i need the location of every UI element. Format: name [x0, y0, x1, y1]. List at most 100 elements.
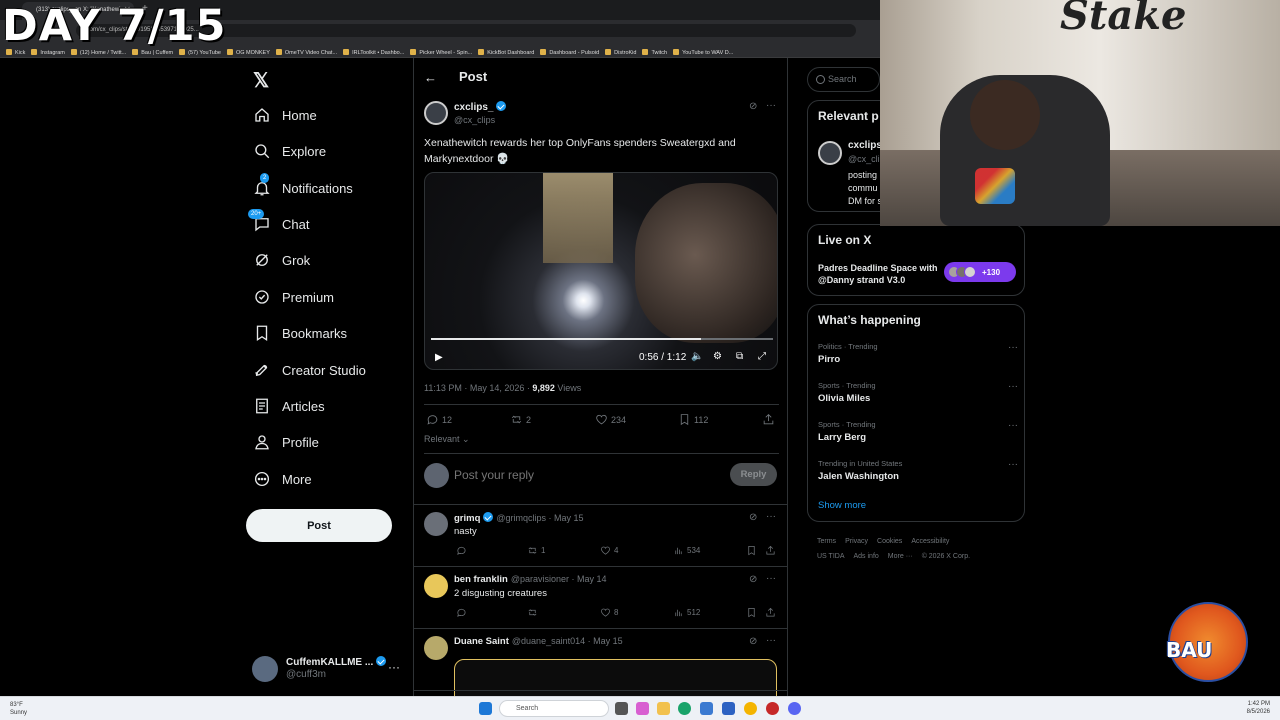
sidebar-item-articles[interactable]: Articles	[252, 392, 325, 420]
trend-item[interactable]: Politics · Trending Pirro ···	[818, 342, 1018, 365]
video-player[interactable]: ▶ 0:56 / 1:12 🔈 ⚙ ⧉ ⤢	[424, 172, 778, 370]
bookmark-button[interactable]	[746, 607, 760, 618]
author-name[interactable]: cxclips_	[454, 102, 493, 113]
reply-author-name[interactable]: ben franklin	[454, 574, 508, 585]
more-dots-icon[interactable]: ···	[1008, 342, 1018, 353]
footer-link[interactable]: Terms	[817, 538, 836, 545]
live-space-title[interactable]: Padres Deadline Space with @Danny strand…	[818, 262, 938, 286]
footer-link[interactable]: US TIDA	[817, 553, 845, 560]
discord-icon[interactable]	[788, 702, 801, 715]
bookmark-item[interactable]: OG MONKEY	[226, 49, 270, 56]
search-input[interactable]: Search	[807, 67, 880, 92]
share-button[interactable]	[765, 607, 779, 618]
file-explorer-icon[interactable]	[657, 702, 670, 715]
reply-item[interactable]: ben franklin @paravisioner · May 14 ⊘ ··· 2 …	[414, 567, 787, 629]
task-view-icon[interactable]	[615, 702, 628, 715]
trend-item[interactable]: Sports · Trending Larry Berg ···	[818, 420, 1018, 443]
reply-count-button[interactable]: 12	[426, 413, 452, 426]
sidebar-item-bookmarks[interactable]: Bookmarks	[252, 319, 347, 347]
more-dots-icon[interactable]: ···	[766, 573, 776, 584]
show-more-link[interactable]: Show more	[818, 500, 866, 511]
store-icon[interactable]	[700, 702, 713, 715]
volume-icon[interactable]: 🔈	[691, 351, 703, 362]
more-dots-icon[interactable]: ···	[766, 635, 776, 646]
grok-icon[interactable]: ⊘	[749, 574, 757, 585]
repost-button[interactable]: 1	[527, 545, 545, 556]
footer-link[interactable]: © 2026 X Corp.	[922, 553, 970, 560]
footer-link[interactable]: Cookies	[877, 538, 902, 545]
video-progress-bar[interactable]	[431, 338, 773, 340]
bookmark-item[interactable]: Dashboard - Pulsoid	[540, 49, 599, 56]
bookmark-item[interactable]: DistroKid	[605, 49, 636, 56]
app-icon[interactable]	[636, 702, 649, 715]
trend-item[interactable]: Trending in United States Jalen Washingto…	[818, 459, 1018, 482]
footer-link[interactable]: Ads info	[854, 553, 879, 560]
taskbar-search[interactable]: Search	[499, 700, 609, 717]
mail-icon[interactable]	[722, 702, 735, 715]
reply-button[interactable]	[456, 545, 470, 556]
account-switcher[interactable]: CuffemKALLME ... @cuff3m ···	[252, 654, 412, 684]
taskbar-clock[interactable]: 1:42 PM 8/5/2026	[1236, 700, 1270, 716]
bookmark-item[interactable]: Twitch	[642, 49, 667, 56]
edge-icon[interactable]	[678, 702, 691, 715]
views-button[interactable]: 534	[673, 545, 700, 556]
sidebar-item-home[interactable]: Home	[252, 101, 317, 129]
like-button[interactable]: 234	[595, 413, 626, 426]
author-handle[interactable]: @cx_clips	[454, 115, 495, 125]
bookmark-item[interactable]: Picker Wheel - Spin...	[410, 49, 472, 56]
share-button[interactable]	[765, 545, 779, 556]
sidebar-item-premium[interactable]: Premium	[252, 283, 334, 311]
more-dots-icon[interactable]: ···	[1008, 381, 1018, 392]
avatar[interactable]	[424, 574, 448, 598]
reply-author-name[interactable]: Duane Saint	[454, 636, 509, 647]
footer-link[interactable]: More ···	[888, 553, 913, 560]
sidebar-item-chat[interactable]: Chat 20+	[248, 209, 309, 238]
grok-icon[interactable]: ⊘	[749, 636, 757, 647]
author-avatar[interactable]	[424, 101, 448, 125]
post-button[interactable]: Post	[246, 509, 392, 542]
windows-start-icon[interactable]	[479, 702, 492, 715]
footer-link[interactable]: Accessibility	[911, 538, 949, 545]
chrome-icon[interactable]	[744, 702, 757, 715]
sidebar-item-creator-studio[interactable]: Creator Studio	[252, 356, 366, 384]
reply-button[interactable]	[456, 607, 470, 618]
post-timestamp[interactable]: 11:13 PM · May 14, 2026 ·	[424, 383, 532, 393]
grok-icon[interactable]: ⊘	[749, 512, 757, 523]
more-dots-icon[interactable]: ···	[1008, 459, 1018, 470]
grok-icon[interactable]: ⊘	[749, 101, 757, 112]
bookmark-item[interactable]: IRLToolkit • Dashbo...	[343, 49, 404, 56]
sort-dropdown[interactable]: Relevant ⌄	[424, 434, 470, 445]
sidebar-item-notifications[interactable]: Notifications 2	[252, 173, 353, 202]
back-arrow-icon[interactable]: ←	[424, 70, 437, 85]
fullscreen-icon[interactable]: ⤢	[758, 351, 766, 362]
heart-button[interactable]: 8	[600, 607, 618, 618]
sidebar-item-profile[interactable]: Profile	[252, 428, 319, 456]
pip-icon[interactable]: ⧉	[736, 351, 743, 362]
repost-button[interactable]: 2	[510, 413, 531, 426]
share-button[interactable]	[762, 413, 778, 426]
sidebar-item-more[interactable]: More	[252, 465, 312, 493]
reply-item[interactable]: grimq @grimqclips · May 15 ⊘ ··· nasty 1 4 534	[414, 505, 787, 567]
more-dots-icon[interactable]: ···	[1008, 420, 1018, 431]
reply-author-name[interactable]: grimq	[454, 513, 480, 524]
settings-icon[interactable]: ⚙	[713, 351, 722, 362]
live-listeners-pill[interactable]: +130	[944, 262, 1016, 282]
bookmark-item[interactable]: OmeTV Video Chat...	[275, 49, 337, 56]
sidebar-item-explore[interactable]: Explore	[252, 137, 326, 165]
views-button[interactable]: 512	[673, 607, 700, 618]
x-logo-icon[interactable]: 𝕏	[253, 68, 269, 93]
weather-widget[interactable]: 83°F Sunny	[10, 701, 27, 717]
avatar[interactable]	[424, 512, 448, 536]
avatar[interactable]	[424, 636, 448, 660]
more-dots-icon[interactable]: ···	[766, 511, 776, 522]
sidebar-item-grok[interactable]: Grok	[252, 246, 310, 274]
reply-handle[interactable]: @duane_saint014 · May 15	[512, 636, 623, 646]
repost-button[interactable]	[527, 607, 541, 618]
trend-item[interactable]: Sports · Trending Olivia Miles ···	[818, 381, 1018, 404]
bookmark-button[interactable]	[746, 545, 760, 556]
bookmark-button[interactable]: 112	[678, 413, 708, 426]
reply-item[interactable]: Duane Saint @duane_saint014 · May 15 ⊘ ···	[414, 629, 787, 696]
heart-button[interactable]: 4	[600, 545, 618, 556]
more-dots-icon[interactable]: ···	[388, 660, 400, 674]
bookmark-item[interactable]: KickBot Dashboard	[478, 49, 534, 56]
